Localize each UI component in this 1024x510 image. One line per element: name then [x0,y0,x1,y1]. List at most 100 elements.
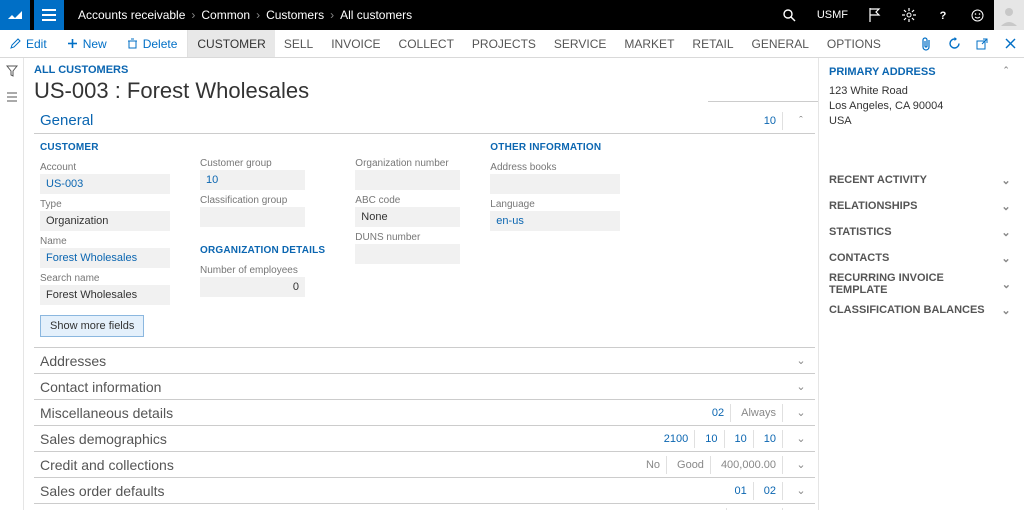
field-class-group[interactable] [200,207,305,227]
chevron-down-icon: ⌄ [998,174,1014,187]
close-icon[interactable] [996,38,1024,49]
tab-service[interactable]: SERVICE [545,30,615,57]
summary-value: No [640,456,667,474]
company-picker[interactable]: USMF [807,0,858,30]
fasttab-credit[interactable]: Credit and collectionsNoGood400,000.00⌄ [34,452,815,478]
search-icon[interactable] [773,0,807,30]
breadcrumb-item[interactable]: Customers [266,8,324,22]
flag-icon[interactable] [858,0,892,30]
factbox-pane: PRIMARY ADDRESS ˆ 123 White Road Los Ange… [818,58,1024,510]
tab-general[interactable]: GENERAL [743,30,818,57]
field-duns[interactable] [355,244,460,264]
fasttab-contact[interactable]: Contact information⌄ [34,374,815,400]
chevron-up-icon: ˆ [793,115,809,127]
left-rail [0,58,24,510]
chevron-down-icon: ⌄ [998,200,1014,213]
svg-text:?: ? [940,10,947,21]
attach-icon[interactable] [912,37,940,51]
fasttab-misc[interactable]: Miscellaneous details02Always⌄ [34,400,815,426]
fasttab-general-header[interactable]: General 10ˆ [34,108,815,134]
address-line: 123 White Road [829,84,1014,99]
quick-filter-input[interactable] [708,80,818,102]
fasttab-sales-order-defaults[interactable]: Sales order defaults0102⌄ [34,478,815,504]
user-avatar-icon[interactable] [994,0,1024,30]
field-employees[interactable]: 0 [200,277,305,297]
chevron-down-icon: ⌄ [998,226,1014,239]
popout-icon[interactable] [968,38,996,50]
label-duns: DUNS number [355,232,460,243]
chevron-up-icon: ˆ [998,66,1014,78]
tab-market[interactable]: MARKET [615,30,683,57]
factbox-recent-activity[interactable]: RECENT ACTIVITY⌄ [819,167,1024,193]
group-other-info: OTHER INFORMATION [490,142,620,153]
factbox-statistics[interactable]: STATISTICS⌄ [819,219,1024,245]
label-abc: ABC code [355,195,460,206]
new-button[interactable]: New [57,30,117,57]
field-account[interactable]: US-003 [40,174,170,194]
summary-value: 10 [758,112,783,130]
breadcrumb-item[interactable]: Accounts receivable [78,8,185,22]
delete-button[interactable]: Delete [117,30,189,57]
tab-retail[interactable]: RETAIL [683,30,742,57]
factbox-title: PRIMARY ADDRESS [829,66,936,78]
fasttab-payment[interactable]: Payment defaultsNet45CHECK⌄ [34,504,815,510]
fasttab-demographics[interactable]: Sales demographics2100101010⌄ [34,426,815,452]
chevron-down-icon: ⌄ [998,252,1014,265]
record-title: US-003 : Forest Wholesales [34,78,309,104]
tab-collect[interactable]: COLLECT [390,30,463,57]
factbox-primary-address[interactable]: PRIMARY ADDRESS ˆ 123 White Road Los Ange… [819,58,1024,137]
summary-value: 02 [758,482,783,500]
factbox-relationships[interactable]: RELATIONSHIPS⌄ [819,193,1024,219]
edit-button[interactable]: Edit [0,30,57,57]
summary-value: 02 [706,404,731,422]
breadcrumb-item[interactable]: Common [201,8,250,22]
field-name[interactable]: Forest Wholesales [40,248,170,268]
label-employees: Number of employees [200,265,325,276]
refresh-icon[interactable] [940,37,968,50]
field-type[interactable]: Organization [40,211,170,231]
breadcrumb: Accounts receivable› Common› Customers› … [78,8,412,22]
address-line: USA [829,114,1014,129]
factbox-recurring-invoice[interactable]: RECURRING INVOICE TEMPLATE⌄ [819,271,1024,297]
field-abc[interactable]: None [355,207,460,227]
smiley-icon[interactable] [960,0,994,30]
address-line: Los Angeles, CA 90004 [829,99,1014,114]
chevron-down-icon: ⌄ [793,458,809,471]
brand-tile-icon[interactable] [0,0,30,30]
chevron-down-icon: ⌄ [793,406,809,419]
field-search-name[interactable]: Forest Wholesales [40,285,170,305]
field-org-number[interactable] [355,170,460,190]
tab-invoice[interactable]: INVOICE [322,30,389,57]
gear-icon[interactable] [892,0,926,30]
summary-value: 400,000.00 [715,456,783,474]
tab-customer[interactable]: CUSTOMER [188,30,274,57]
top-header: Accounts receivable› Common› Customers› … [0,0,1024,30]
tab-projects[interactable]: PROJECTS [463,30,545,57]
factbox-contacts[interactable]: CONTACTS⌄ [819,245,1024,271]
help-icon[interactable]: ? [926,0,960,30]
chevron-down-icon: ⌄ [998,304,1014,317]
tab-options[interactable]: OPTIONS [818,30,890,57]
factbox-classification-balances[interactable]: CLASSIFICATION BALANCES⌄ [819,297,1024,323]
fasttab-addresses[interactable]: Addresses⌄ [34,348,815,374]
summary-value: 10 [699,430,724,448]
hamburger-icon[interactable] [34,0,64,30]
tab-sell[interactable]: SELL [275,30,322,57]
field-address-books[interactable] [490,174,620,194]
form-caption[interactable]: ALL CUSTOMERS [34,64,818,76]
fasttab-general-body: CUSTOMER Account US-003 Type Organizatio… [34,134,815,348]
list-icon[interactable] [0,84,23,110]
breadcrumb-item[interactable]: All customers [340,8,412,22]
label-search-name: Search name [40,273,170,284]
field-cust-group[interactable]: 10 [200,170,305,190]
label-class-group: Classification group [200,195,325,206]
label-account: Account [40,162,170,173]
group-org-details: ORGANIZATION DETAILS [200,245,325,256]
filter-icon[interactable] [0,58,23,84]
summary-value: Always [735,404,783,422]
summary-value: 01 [729,482,754,500]
group-customer: CUSTOMER [40,142,170,153]
summary-value: Good [671,456,711,474]
field-language[interactable]: en-us [490,211,620,231]
show-more-fields-button[interactable]: Show more fields [40,315,144,337]
